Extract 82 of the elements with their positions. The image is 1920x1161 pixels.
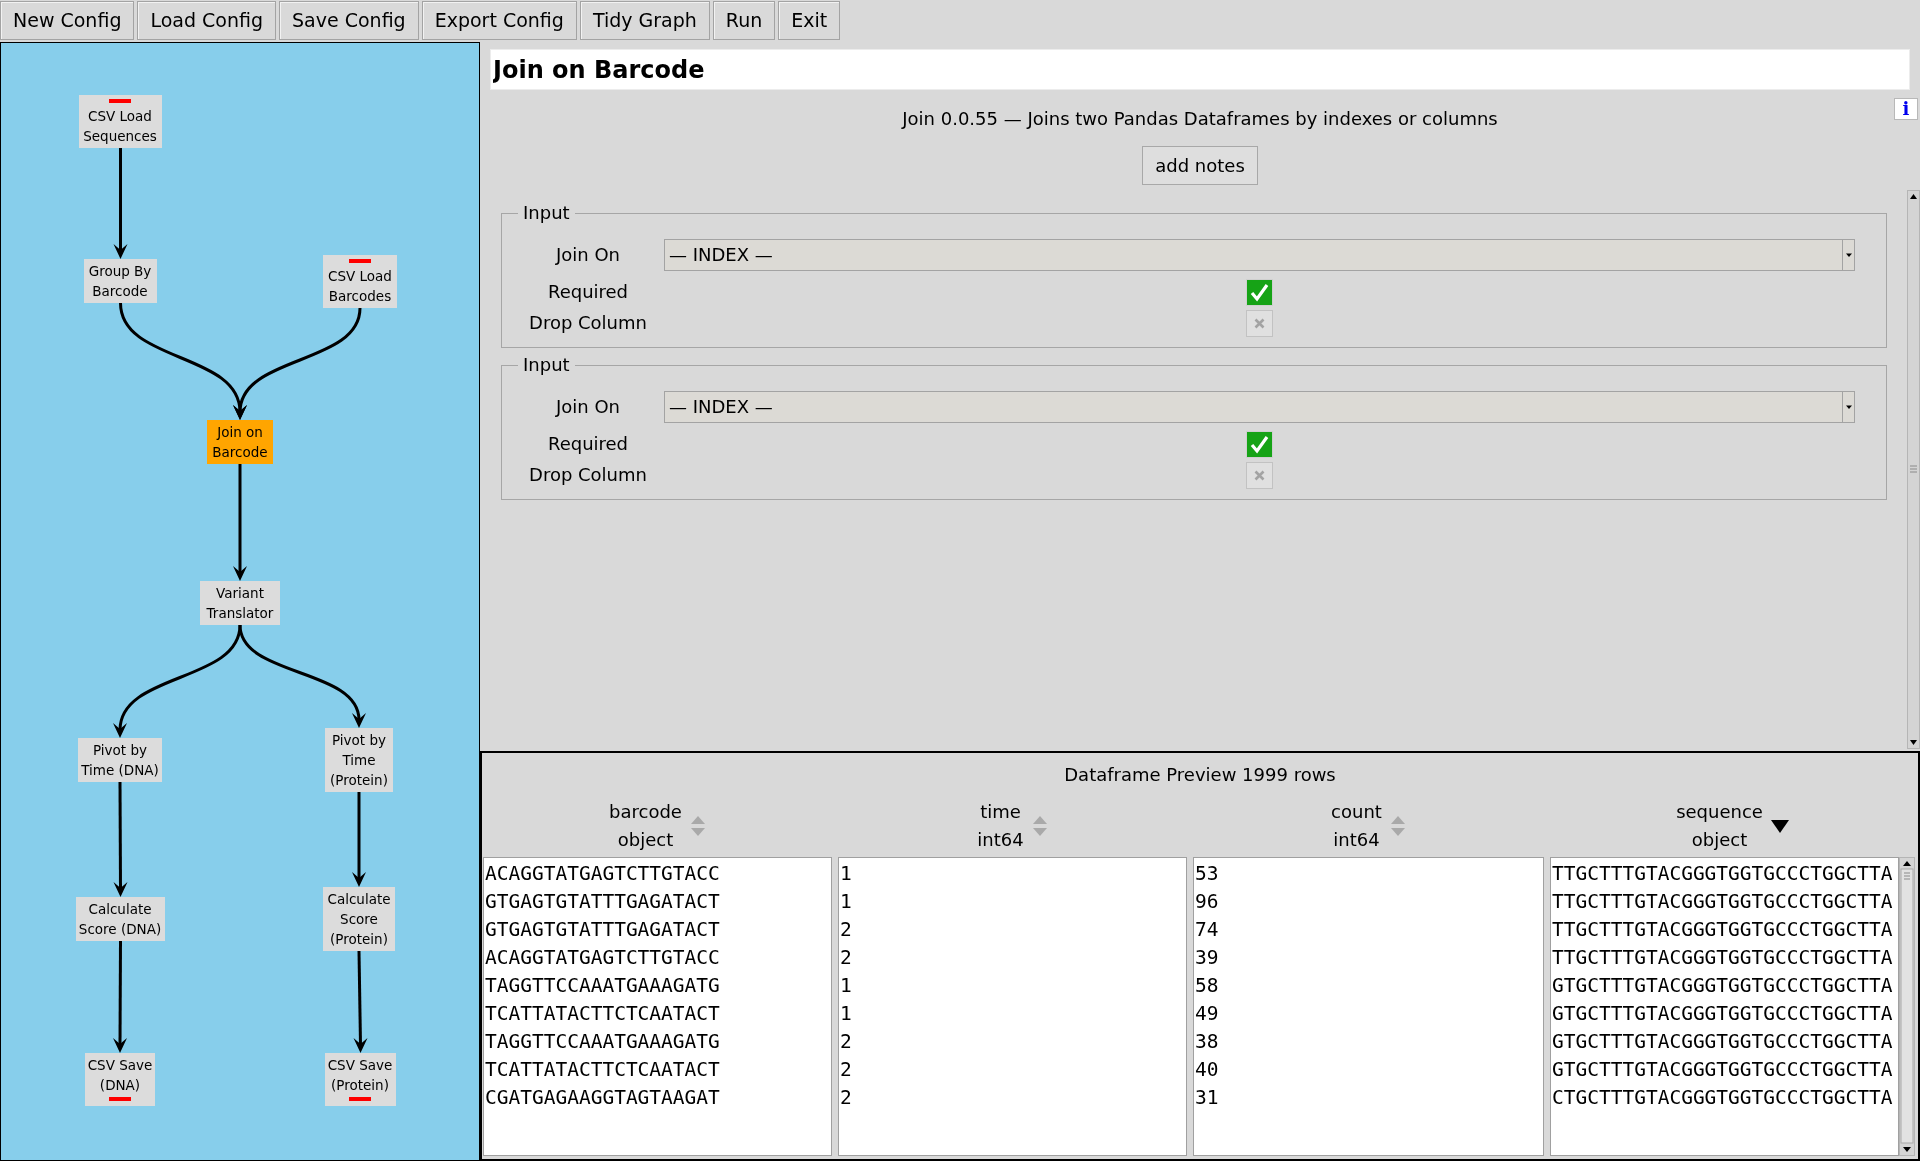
table-cell-text: 39 [1194, 945, 1219, 971]
field-label: Drop Column [528, 464, 648, 487]
table-cell-text: TCATTATACTTCTCAATACT [484, 1057, 720, 1083]
table-cell-text: CGATGAGAAGGTAGTAAGAT [484, 1085, 720, 1111]
table-cell-text: TCATTATACTTCTCAATACT [484, 1001, 720, 1027]
dash-icon [109, 1097, 131, 1101]
dash-icon [109, 99, 131, 103]
table-cell-text: 1 [839, 861, 852, 887]
toolbar-button[interactable]: Tidy Graph [579, 1, 710, 40]
table-cell-text: TAGGTTCCAAATGAAAGATG [484, 973, 720, 999]
table-cell-text: GTGAGTGTATTTGAGATACT [484, 917, 720, 943]
table-cell-text: 2 [839, 945, 852, 971]
table-cell-text: TAGGTTCCAAATGAAAGATG [484, 1029, 720, 1055]
column-header[interactable]: time int64 [975, 798, 1050, 854]
table-cell-text: 53 [1194, 861, 1219, 887]
table-cell-text: CTGCTTTGTACGGGTGGTGCCCTGGCTTA [1551, 1085, 1893, 1111]
dropdown[interactable]: — INDEX — [664, 391, 1855, 423]
graph-node[interactable]: Pivot by Time (Protein) [325, 728, 393, 792]
table-cell-text: TTGCTTTGTACGGGTGGTGCCCTGGCTTA [1551, 917, 1893, 943]
field-label: Join On [554, 243, 621, 267]
field-label: Drop Column [528, 312, 648, 335]
dash-icon [349, 1097, 371, 1101]
toolbar-button[interactable]: Load Config [137, 1, 277, 40]
field-label: Required [546, 433, 630, 456]
scrollbar[interactable] [1899, 857, 1915, 1156]
table-cell-text: ACAGGTATGAGTCTTGTACC [484, 945, 720, 971]
checkbox[interactable] [1246, 431, 1273, 458]
description-text: Join 0.0.55 — Joins two Pandas Dataframes by indexes or columns [902, 107, 1498, 131]
table-cell-text: GTGCTTTGTACGGGTGGTGCCCTGGCTTA [1551, 1057, 1893, 1083]
graph-node[interactable]: CSV Load Barcodes [323, 255, 397, 308]
table-cell-text: TTGCTTTGTACGGGTGGTGCCCTGGCTTA [1551, 889, 1893, 915]
caret-icon [1842, 392, 1854, 422]
graph-node[interactable]: CSV Save (DNA) [85, 1053, 155, 1106]
graph-node[interactable]: Group By Barcode [83, 259, 157, 303]
graph-node[interactable]: Pivot by Time (DNA) [78, 738, 162, 782]
checkbox[interactable] [1246, 279, 1273, 306]
toolbar-button[interactable]: Exit [778, 1, 841, 40]
table-cell-text: 1 [839, 889, 852, 915]
graph-node[interactable]: CSV Save (Protein) [324, 1053, 396, 1106]
group-title: Input [522, 202, 571, 224]
table-cell-text: 2 [839, 1057, 852, 1083]
table-cell-text: 1 [839, 1001, 852, 1027]
dropdown[interactable]: — INDEX — [664, 239, 1855, 271]
table-cell-text: 96 [1194, 889, 1219, 915]
toolbar-button[interactable]: Save Config [279, 1, 419, 40]
table-cell-text: GTGCTTTGTACGGGTGGTGCCCTGGCTTA [1551, 1001, 1893, 1027]
table-cell-text: 1 [839, 973, 852, 999]
table-cell-text: TTGCTTTGTACGGGTGGTGCCCTGGCTTA [1551, 945, 1893, 971]
column-header[interactable]: barcode object [607, 798, 708, 854]
column-header[interactable]: count int64 [1329, 798, 1408, 854]
preview-title: Dataframe Preview 1999 rows [1064, 763, 1336, 787]
graph-node[interactable]: Join on Barcode [207, 420, 273, 464]
table-cell-text: TTGCTTTGTACGGGTGGTGCCCTGGCTTA [1551, 861, 1893, 887]
table-cell-text: ACAGGTATGAGTCTTGTACC [484, 861, 720, 887]
caret-icon [1842, 240, 1854, 270]
graph-node[interactable]: CSV Load Sequences [78, 95, 162, 148]
table-cell-text: 58 [1194, 973, 1219, 999]
graph-node[interactable]: Variant Translator [200, 581, 280, 625]
group-title: Input [522, 354, 571, 376]
table-cell-text: GTGAGTGTATTTGAGATACT [484, 889, 720, 915]
table-cell-text: GTGCTTTGTACGGGTGGTGCCCTGGCTTA [1551, 973, 1893, 999]
column-header[interactable]: sequence object [1674, 798, 1791, 854]
field-label: Required [546, 281, 630, 304]
table-cell-text: 40 [1194, 1057, 1219, 1083]
add-notes-button[interactable]: add notes [1142, 146, 1258, 185]
table-cell-text: 2 [839, 1085, 852, 1111]
toolbar-button[interactable]: New Config [0, 1, 135, 40]
toolbar-button[interactable]: Run [712, 1, 776, 40]
info-button[interactable]: i [1894, 98, 1918, 120]
field-label: Join On [554, 395, 621, 419]
table-cell-text: 49 [1194, 1001, 1219, 1027]
dash-icon [349, 259, 371, 263]
table-cell-text: 38 [1194, 1029, 1219, 1055]
table-cell-text: GTGCTTTGTACGGGTGGTGCCCTGGCTTA [1551, 1029, 1893, 1055]
scrollbar[interactable] [1907, 190, 1920, 749]
graph-node[interactable]: Calculate Score (Protein) [323, 887, 395, 951]
graph-node[interactable]: Calculate Score (DNA) [75, 897, 165, 941]
table-cell-text: 2 [839, 1029, 852, 1055]
table-cell-text: 2 [839, 917, 852, 943]
table-cell-text: 31 [1194, 1085, 1219, 1111]
table-cell-text: 74 [1194, 917, 1219, 943]
toolbar-button[interactable]: Export Config [421, 1, 577, 40]
